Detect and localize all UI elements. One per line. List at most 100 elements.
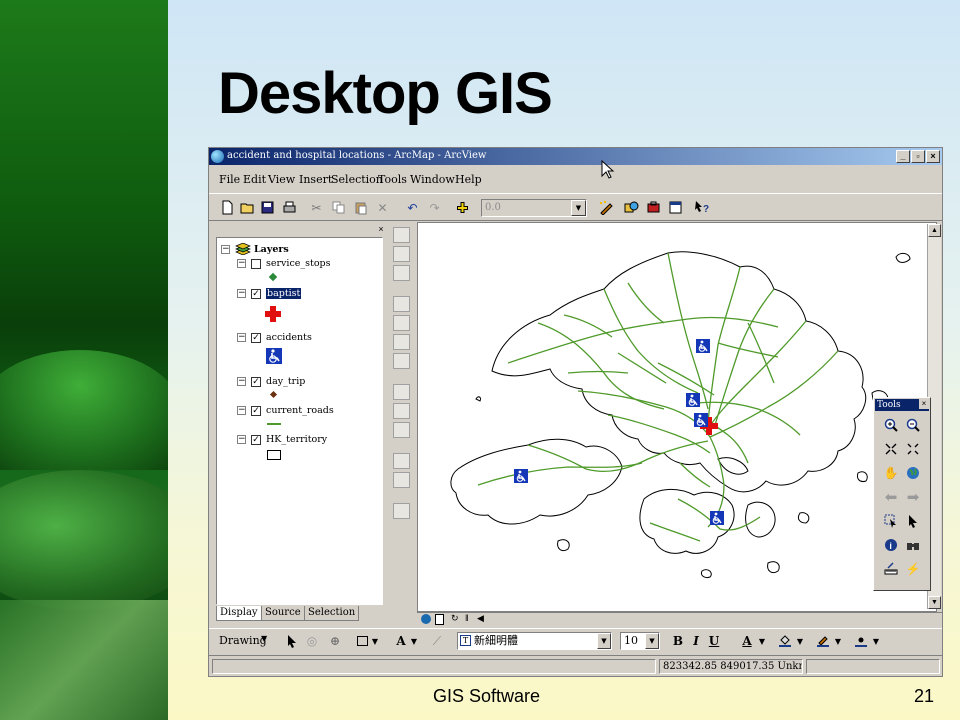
layer-row-accidents[interactable]: − ✓ accidents: [237, 332, 312, 343]
save-icon[interactable]: [259, 199, 276, 216]
scroll-down-icon[interactable]: ▼: [928, 596, 941, 609]
zoom-out-icon[interactable]: [904, 416, 922, 434]
select-features-icon[interactable]: [882, 512, 900, 530]
redo-icon[interactable]: ↷: [426, 199, 443, 216]
zoom-to-page-icon[interactable]: [393, 353, 410, 369]
layer-visibility-checkbox[interactable]: ✓: [251, 288, 261, 299]
previous-extent-icon[interactable]: [393, 384, 410, 400]
wheelchair-marker-icon[interactable]: [514, 469, 528, 483]
layer-row-baptist[interactable]: − ✓ baptist: [237, 288, 302, 299]
layer-visibility-checkbox[interactable]: ✓: [251, 405, 261, 416]
forward-extent-icon[interactable]: ➡: [904, 488, 922, 506]
menu-edit[interactable]: Edit: [243, 173, 266, 186]
menu-file[interactable]: File: [219, 173, 240, 186]
collapse-icon[interactable]: −: [221, 244, 230, 254]
whats-this-help-icon[interactable]: ?: [693, 199, 710, 216]
find-binoculars-icon[interactable]: [904, 536, 922, 554]
layers-root[interactable]: − Layers: [221, 243, 289, 255]
zoom-out-fixed-icon[interactable]: [393, 246, 410, 262]
wheelchair-marker-icon[interactable]: [694, 413, 708, 427]
font-color-button[interactable]: A: [739, 633, 755, 649]
zoom-whole-page-icon[interactable]: ⊕: [327, 633, 343, 649]
italic-button[interactable]: I: [689, 633, 703, 649]
data-view-globe-icon[interactable]: [421, 614, 431, 624]
full-extent-icon[interactable]: [393, 334, 410, 350]
menu-tools[interactable]: Tools: [378, 173, 407, 186]
rectangle-tool-icon[interactable]: [355, 633, 369, 649]
layer-row-current-roads[interactable]: − ✓ current_roads: [237, 405, 334, 416]
drawing-menu[interactable]: Drawing: [219, 634, 267, 647]
minimize-button[interactable]: _: [896, 150, 910, 163]
layer-visibility-checkbox[interactable]: ✓: [251, 376, 261, 387]
layer-row-hk-territory[interactable]: − ✓ HK_territory: [237, 434, 327, 445]
text-dropdown-arrow-icon[interactable]: ▼: [410, 633, 418, 649]
layer-row-service-stops[interactable]: − service_stops: [237, 258, 331, 269]
layout-toggle-icon[interactable]: [393, 453, 410, 469]
tab-source[interactable]: Source: [261, 606, 305, 621]
menu-window[interactable]: Window: [410, 173, 455, 186]
close-button[interactable]: ×: [926, 150, 940, 163]
fill-color-bucket-icon[interactable]: [777, 633, 793, 649]
measure-icon[interactable]: [882, 560, 900, 578]
underline-button[interactable]: U: [707, 633, 721, 649]
wheelchair-marker-icon[interactable]: [696, 339, 710, 353]
arccatalog-icon[interactable]: [623, 199, 640, 216]
zoom-percent-icon[interactable]: [393, 422, 410, 438]
menu-selection[interactable]: Selection: [331, 173, 383, 186]
line-color-dropdown-arrow-icon[interactable]: ▼: [834, 633, 842, 649]
next-extent-icon[interactable]: [393, 403, 410, 419]
edit-vertices-icon[interactable]: ⟋: [429, 633, 445, 649]
arctoolbox-icon[interactable]: [645, 199, 662, 216]
menu-help[interactable]: Help: [455, 173, 482, 186]
fill-color-dropdown-arrow-icon[interactable]: ▼: [796, 633, 804, 649]
font-color-dropdown-arrow-icon[interactable]: ▼: [758, 633, 766, 649]
scroll-up-icon[interactable]: ▲: [928, 224, 941, 237]
menu-insert[interactable]: Insert: [299, 173, 332, 186]
font-name-select[interactable]: T 新細明體 ▼: [457, 632, 612, 650]
select-elements-arrow-icon[interactable]: [904, 512, 922, 530]
pause-drawing-icon[interactable]: ‖: [465, 613, 469, 623]
layer-row-day-trip[interactable]: − ✓ day_trip: [237, 376, 305, 387]
focus-data-frame-icon[interactable]: [393, 503, 410, 519]
zoom-in-fixed-icon[interactable]: [393, 227, 410, 243]
wheelchair-marker-icon[interactable]: [686, 393, 700, 407]
print-icon[interactable]: [281, 199, 298, 216]
collapse-icon[interactable]: −: [237, 289, 246, 298]
editor-toolbar-icon[interactable]: [598, 199, 615, 216]
menu-view[interactable]: View: [268, 173, 295, 186]
rectangle-dropdown-arrow-icon[interactable]: ▼: [371, 633, 379, 649]
bold-button[interactable]: B: [671, 633, 685, 649]
full-extent-globe-icon[interactable]: [904, 464, 922, 482]
back-extent-icon[interactable]: ⬅: [882, 488, 900, 506]
marker-color-dropdown-arrow-icon[interactable]: ▼: [872, 633, 880, 649]
layout-view-icon[interactable]: [667, 199, 684, 216]
refresh-view-icon[interactable]: ↻: [451, 613, 459, 624]
collapse-icon[interactable]: −: [237, 435, 246, 444]
fixed-zoom-in-tool-icon[interactable]: [882, 440, 900, 458]
zoom-in-icon[interactable]: [882, 416, 900, 434]
hyperlink-icon[interactable]: ⚡: [904, 560, 922, 578]
undo-icon[interactable]: ↶: [404, 199, 421, 216]
line-color-pen-icon[interactable]: [815, 633, 831, 649]
fixed-zoom-out-tool-icon[interactable]: [904, 440, 922, 458]
add-data-icon[interactable]: [454, 199, 471, 216]
copy-icon[interactable]: [330, 199, 347, 216]
layer-visibility-checkbox[interactable]: ✓: [251, 434, 261, 445]
size-dropdown-arrow-icon[interactable]: ▼: [645, 633, 659, 649]
tab-selection[interactable]: Selection: [304, 606, 360, 621]
drawing-dropdown-arrow-icon[interactable]: ▼: [261, 634, 267, 643]
new-document-icon[interactable]: [219, 199, 236, 216]
open-folder-icon[interactable]: [239, 199, 256, 216]
toc-close-icon[interactable]: ×: [376, 225, 386, 235]
select-arrow-icon[interactable]: [285, 633, 299, 649]
fixed-zoom-in-icon[interactable]: [393, 296, 410, 312]
layer-visibility-checkbox[interactable]: [251, 258, 261, 269]
map-scale-field[interactable]: 0.0 ▼: [481, 199, 587, 217]
layer-visibility-checkbox[interactable]: ✓: [251, 332, 261, 343]
rotate-icon[interactable]: ◎: [305, 633, 319, 649]
font-size-select[interactable]: 10 ▼: [620, 632, 660, 650]
map-display[interactable]: [417, 222, 937, 612]
restore-button[interactable]: ▫: [911, 150, 925, 163]
pan-hand-icon[interactable]: ✋: [882, 464, 900, 482]
fixed-zoom-out-icon[interactable]: [393, 315, 410, 331]
